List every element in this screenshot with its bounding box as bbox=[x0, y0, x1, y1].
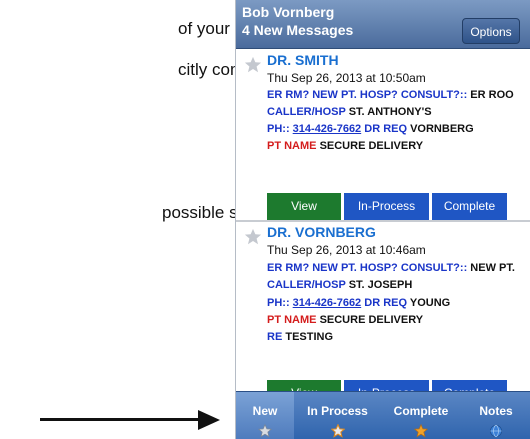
tab-in-process[interactable]: In Process bbox=[294, 392, 381, 439]
user-name: Bob Vornberg bbox=[242, 4, 335, 20]
doctor-name: DR. VORNBERG bbox=[267, 224, 376, 240]
tab-complete[interactable]: Complete bbox=[381, 392, 461, 439]
patient-value: SECURE DELIVERY bbox=[319, 140, 424, 152]
in-process-button[interactable]: In-Process bbox=[344, 193, 429, 220]
dr-req-value: VORNBERG bbox=[410, 123, 474, 135]
view-button[interactable]: View bbox=[267, 193, 341, 220]
message-actions: View In-Process Complete bbox=[267, 193, 530, 220]
tab-new[interactable]: New bbox=[236, 392, 294, 439]
phone-line: PH:: 314-426-7662 DR REQ YOUNG bbox=[267, 297, 450, 309]
question-line: ER RM? NEW PT. HOSP? CONSULT?:: ER ROO bbox=[267, 89, 514, 101]
re-value: TESTING bbox=[285, 331, 334, 343]
star-icon[interactable] bbox=[244, 228, 262, 246]
tab-complete-label: Complete bbox=[393, 404, 449, 418]
phone-label: PH:: bbox=[267, 123, 290, 135]
re-label: RE bbox=[267, 331, 283, 343]
caller-value: ST. JOSEPH bbox=[348, 279, 413, 291]
tab-bar: New In Process Complete Notes bbox=[236, 391, 530, 439]
nav-bar: Bob Vornberg 4 New Messages Options bbox=[236, 0, 530, 49]
star-icon[interactable] bbox=[244, 56, 262, 74]
star-icon bbox=[414, 424, 428, 438]
patient-line: PT NAME SECURE DELIVERY bbox=[267, 314, 423, 326]
question-value: NEW PT. bbox=[470, 262, 515, 274]
phone-number-link[interactable]: 314-426-7662 bbox=[293, 123, 362, 135]
patient-label: PT NAME bbox=[267, 140, 317, 152]
message-date: Thu Sep 26, 2013 at 10:50am bbox=[267, 71, 426, 85]
phone-line: PH:: 314-426-7662 DR REQ VORNBERG bbox=[267, 123, 474, 135]
re-line: RE TESTING bbox=[267, 331, 333, 343]
complete-button[interactable]: Complete bbox=[432, 193, 507, 220]
options-button[interactable]: Options bbox=[462, 18, 520, 44]
star-icon bbox=[258, 424, 272, 438]
caller-value: ST. ANTHONY'S bbox=[348, 106, 432, 118]
tab-in-process-label: In Process bbox=[307, 404, 368, 418]
caller-label: CALLER/HOSP bbox=[267, 106, 346, 118]
question-label: ER RM? NEW PT. HOSP? CONSULT?:: bbox=[267, 89, 468, 101]
patient-line: PT NAME SECURE DELIVERY bbox=[267, 140, 423, 152]
question-label: ER RM? NEW PT. HOSP? CONSULT?:: bbox=[267, 262, 468, 274]
caller-line: CALLER/HOSP ST. ANTHONY'S bbox=[267, 106, 432, 118]
tab-new-label: New bbox=[252, 404, 278, 418]
dr-req-label: DR REQ bbox=[364, 297, 408, 309]
caller-line: CALLER/HOSP ST. JOSEPH bbox=[267, 279, 412, 291]
message-item[interactable]: DR. VORNBERG Thu Sep 26, 2013 at 10:46am… bbox=[236, 222, 530, 407]
phone-number-link[interactable]: 314-426-7662 bbox=[293, 297, 362, 309]
phone-label: PH:: bbox=[267, 297, 290, 309]
question-line: ER RM? NEW PT. HOSP? CONSULT?:: NEW PT. bbox=[267, 262, 515, 274]
patient-label: PT NAME bbox=[267, 314, 317, 326]
globe-icon bbox=[490, 425, 502, 437]
tab-notes-label: Notes bbox=[479, 404, 513, 418]
dr-req-label: DR REQ bbox=[364, 123, 408, 135]
doctor-name: DR. SMITH bbox=[267, 52, 339, 68]
new-message-count: 4 New Messages bbox=[242, 22, 354, 38]
message-item[interactable]: DR. SMITH Thu Sep 26, 2013 at 10:50am ER… bbox=[236, 50, 530, 220]
question-value: ER ROO bbox=[470, 89, 514, 101]
star-icon bbox=[330, 424, 345, 438]
message-date: Thu Sep 26, 2013 at 10:46am bbox=[267, 243, 426, 257]
patient-value: SECURE DELIVERY bbox=[319, 314, 424, 326]
caller-label: CALLER/HOSP bbox=[267, 279, 346, 291]
phone-screen: Bob Vornberg 4 New Messages Options DR. … bbox=[235, 0, 530, 439]
dr-req-value: YOUNG bbox=[409, 297, 451, 309]
tab-notes[interactable]: Notes bbox=[461, 392, 530, 439]
